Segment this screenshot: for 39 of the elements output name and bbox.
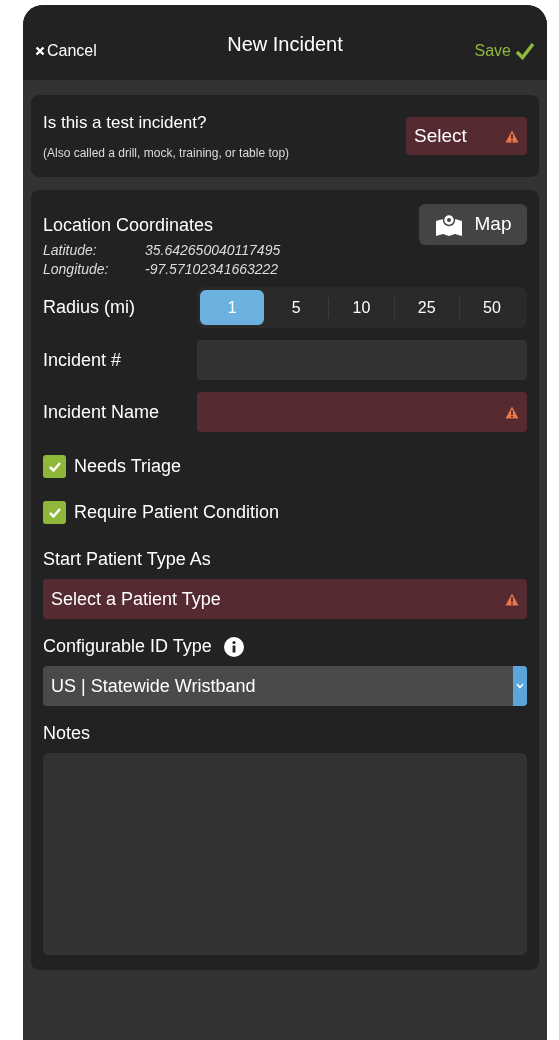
- cancel-button[interactable]: Cancel: [35, 38, 97, 63]
- location-title: Location Coordinates: [43, 214, 215, 237]
- latitude-label: Latitude:: [43, 241, 98, 260]
- hint-text: (Also called a drill, mock, training, or table top): [43, 144, 290, 162]
- screen-title: New Incident: [227, 32, 343, 57]
- map-icon: [434, 212, 463, 237]
- question-label: Is this a test incident?: [43, 112, 208, 135]
- id-type-label: Configurable ID Type: [43, 635, 212, 658]
- radius-option[interactable]: 10: [329, 290, 394, 325]
- warning-icon: [505, 592, 519, 606]
- dropdown-chevron-icon: [513, 666, 527, 706]
- select-dropdown[interactable]: Select: [406, 117, 527, 155]
- radius-option[interactable]: 5: [264, 290, 329, 325]
- patient-type-label: Start Patient Type As: [43, 548, 212, 571]
- checkbox[interactable]: [43, 501, 66, 524]
- id-type-dropdown[interactable]: US | Statewide Wristband: [43, 666, 527, 706]
- check-icon: [47, 506, 62, 519]
- longitude-label: Longitude:: [43, 260, 110, 279]
- radius-label: Radius (mi): [43, 296, 136, 319]
- save-button[interactable]: Save: [474, 38, 535, 63]
- close-icon: [35, 45, 45, 56]
- warning-icon: [505, 129, 519, 143]
- text-field[interactable]: [197, 392, 527, 432]
- latitude-value: 35.642650040117495: [145, 241, 281, 260]
- patient-type-dropdown[interactable]: Select a Patient Type: [43, 579, 527, 619]
- info-icon: [223, 636, 244, 657]
- check-icon: [515, 41, 535, 60]
- map-button[interactable]: Map: [419, 204, 527, 245]
- field-label: Incident Name: [43, 400, 161, 424]
- radius-option[interactable]: 25: [394, 290, 459, 325]
- warning-icon: [505, 405, 519, 419]
- notes-label: Notes: [43, 722, 92, 745]
- check-icon: [47, 460, 62, 473]
- field-label: Incident #: [43, 348, 123, 372]
- checkbox[interactable]: [43, 455, 66, 478]
- checkbox-label: Needs Triage: [74, 455, 182, 478]
- checkbox-label: Require Patient Condition: [74, 501, 280, 524]
- radius-option[interactable]: 50: [459, 290, 524, 325]
- longitude-value: -97.57102341663222: [145, 260, 280, 279]
